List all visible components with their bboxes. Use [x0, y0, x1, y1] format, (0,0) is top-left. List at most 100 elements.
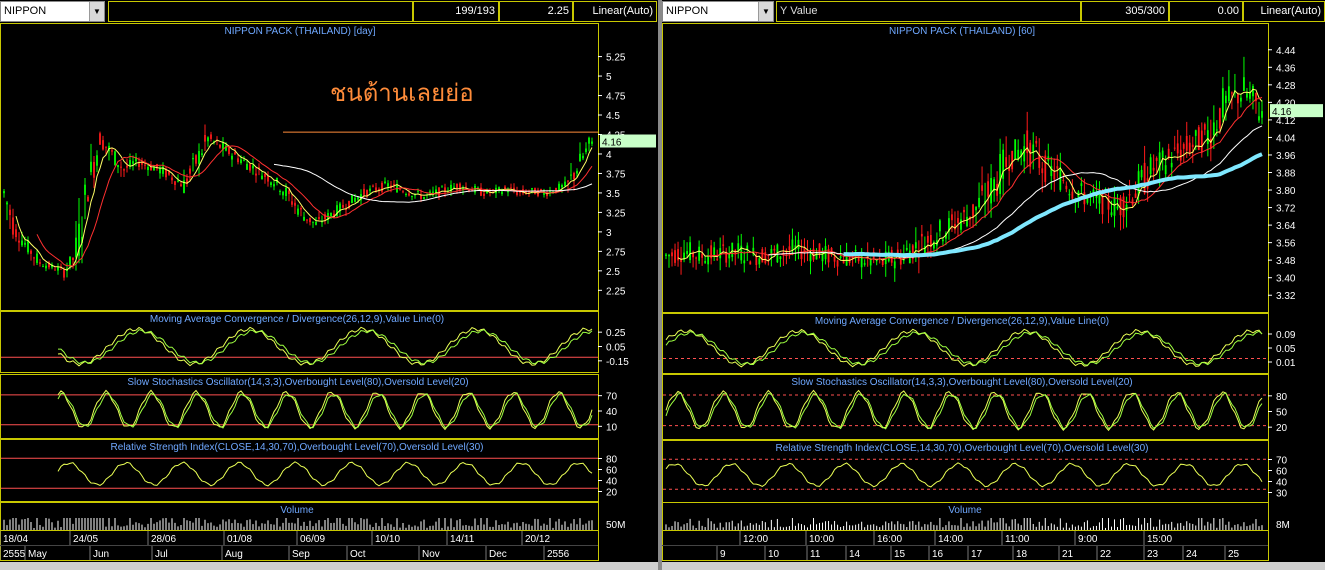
- candle-body: [939, 220, 941, 232]
- candle-body: [36, 253, 38, 263]
- candle-body: [674, 250, 676, 263]
- candle-body: [686, 251, 688, 254]
- date-label: 16:00: [877, 534, 902, 545]
- candle-body: [1246, 93, 1248, 98]
- candle-body: [405, 194, 407, 196]
- candle-body: [588, 137, 590, 144]
- price-tick-label: 3.32: [1276, 291, 1296, 302]
- candle-body: [102, 140, 104, 150]
- candle-body: [854, 249, 857, 252]
- candle-body: [731, 242, 734, 257]
- candle-body: [1230, 92, 1233, 94]
- candle-body: [42, 266, 44, 268]
- candle-body: [1155, 158, 1158, 161]
- month-label: 9: [720, 549, 726, 560]
- price-tick-label: 2.25: [606, 286, 626, 297]
- candle-body: [1203, 124, 1206, 130]
- candle-body: [1161, 150, 1164, 158]
- candle-body: [72, 257, 74, 261]
- candle-body: [1068, 194, 1071, 196]
- candle-body: [504, 186, 506, 190]
- price-tick-label: 5.25: [606, 53, 626, 64]
- panel-title-stoch: Slow Stochastics Oscillator(14,3,3),Over…: [791, 377, 1132, 388]
- candle-body: [1191, 144, 1194, 147]
- candle-body: [312, 221, 314, 223]
- month-label: Dec: [489, 549, 507, 560]
- right-chart-pane[interactable]: NIPPON ▼ Y Value 305/300 0.00 Linear(Aut…: [662, 0, 1325, 570]
- candle-body: [1179, 149, 1182, 161]
- candle-body: [171, 177, 173, 181]
- candle-body: [540, 189, 542, 191]
- candle-body: [809, 254, 812, 262]
- candle-body: [300, 208, 302, 210]
- candle-body: [75, 237, 77, 258]
- indicator-tick-label: 0.05: [606, 343, 626, 354]
- candle-body: [914, 242, 917, 249]
- candle-body: [1164, 165, 1167, 175]
- price-tick-label: 4.28: [1276, 81, 1296, 92]
- left-scrollbar[interactable]: [0, 562, 658, 570]
- indicator-tick-label: 0.05: [1276, 344, 1296, 355]
- panel-title-price: NIPPON PACK (THAILAND) [60]: [889, 26, 1035, 37]
- candle-body: [1056, 166, 1059, 169]
- indicator-tick-label: 20: [1276, 423, 1288, 434]
- date-label: 12:00: [743, 534, 768, 545]
- indicator-tick-label: 0.25: [606, 328, 626, 339]
- candle-body: [54, 269, 56, 271]
- candle-body: [111, 150, 113, 152]
- left-chart-pane[interactable]: NIPPON ▼ 199/193 2.25 Linear(Auto) NIPPO…: [0, 0, 658, 570]
- candle-body: [1149, 157, 1152, 175]
- candle-body: [129, 159, 131, 167]
- price-tick-label: 5: [606, 72, 612, 83]
- candle-body: [558, 183, 560, 191]
- price-tick-label: 3.88: [1276, 169, 1296, 180]
- candle-body: [863, 263, 866, 265]
- candle-body: [1128, 194, 1131, 196]
- candle-body: [39, 262, 41, 264]
- candle-body: [15, 229, 17, 238]
- month-label: 23: [1147, 549, 1159, 560]
- candle-body: [402, 191, 404, 193]
- candle-body: [117, 165, 119, 168]
- indicator-tick-label: 20: [606, 488, 618, 499]
- right-scrollbar[interactable]: [662, 562, 1325, 570]
- candle-body: [315, 221, 317, 225]
- right-chart-canvas[interactable]: NIPPON PACK (THAILAND) [60] Moving Averag…: [662, 0, 1325, 562]
- month-label: 2556: [547, 549, 570, 560]
- candle-body: [453, 186, 455, 188]
- candle-body: [788, 246, 791, 250]
- candle-body: [363, 188, 365, 195]
- candle-body: [201, 153, 203, 155]
- candle-body: [1116, 206, 1119, 209]
- candle-body: [240, 159, 242, 163]
- indicator-tick-label: 60: [606, 466, 618, 477]
- candle-body: [144, 164, 146, 166]
- volume-tick-label: 8M: [1276, 520, 1290, 531]
- candle-body: [1035, 140, 1038, 144]
- candle-body: [375, 187, 377, 191]
- candle-body: [369, 188, 371, 191]
- month-label: 18: [1016, 549, 1028, 560]
- candle-body: [758, 258, 761, 265]
- last-price-label: 4.16: [1272, 107, 1292, 118]
- month-label: 2555: [3, 549, 26, 560]
- candle-body: [707, 256, 710, 265]
- candle-body: [1110, 212, 1113, 216]
- indicator-line: [57, 461, 593, 487]
- candle-body: [722, 244, 725, 246]
- candle-body: [1044, 155, 1047, 183]
- candle-body: [354, 198, 356, 202]
- candle-body: [555, 187, 557, 193]
- candle-body: [695, 257, 698, 259]
- candle-body: [9, 209, 11, 216]
- candle-body: [408, 193, 410, 196]
- candle-body: [1221, 88, 1224, 118]
- candle-body: [704, 261, 707, 263]
- candle-body: [303, 216, 305, 221]
- last-price-label: 4.16: [602, 138, 622, 149]
- candle-body: [501, 191, 503, 195]
- candle-body: [957, 218, 959, 223]
- left-chart-canvas[interactable]: NIPPON PACK (THAILAND) [day] Moving Avera…: [0, 0, 658, 562]
- candle-body: [1041, 168, 1044, 174]
- panel-title-volume: Volume: [948, 505, 982, 516]
